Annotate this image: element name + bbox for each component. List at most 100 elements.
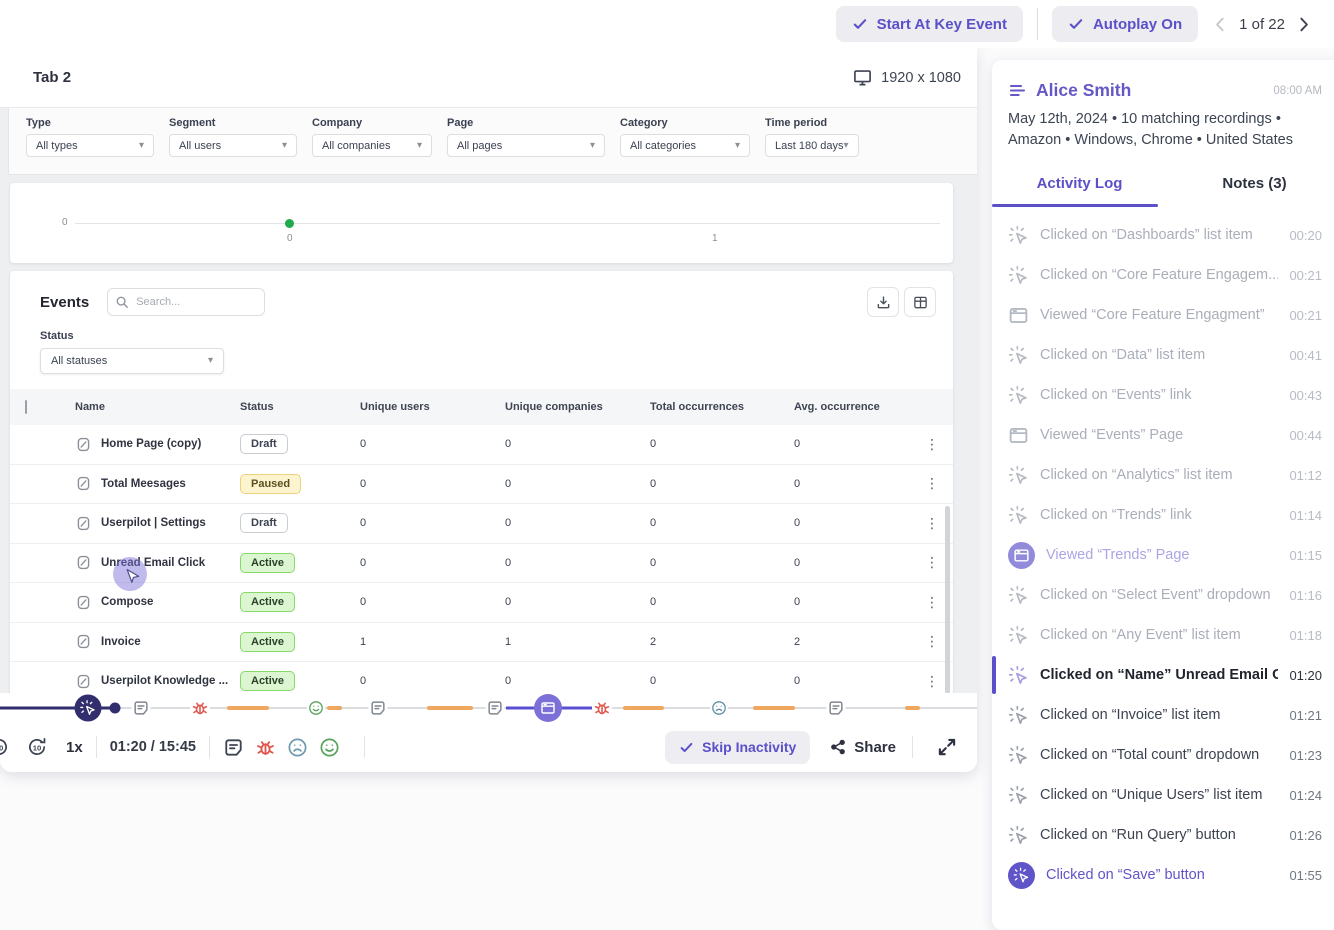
share-button[interactable]: Share: [830, 739, 896, 756]
cursor-click-icon: [1008, 225, 1029, 246]
note-icon[interactable]: [223, 737, 244, 758]
activity-text: Clicked on “Invoice” list item: [1040, 707, 1278, 723]
status-filter-dropdown[interactable]: All statuses ▾: [40, 348, 224, 374]
timeline-marker[interactable]: [190, 698, 210, 718]
event-name: Userpilot Knowledge ...: [101, 675, 228, 687]
start-at-key-event-button[interactable]: Start At Key Event: [836, 6, 1023, 42]
event-row[interactable]: Home Page (copy) Draft 0 0 0 0 ⋮: [10, 425, 953, 465]
kebab-icon[interactable]: ⋮: [911, 436, 953, 453]
filter-value: All pages: [457, 140, 502, 152]
playback-speed[interactable]: 1x: [66, 739, 83, 756]
download-button[interactable]: [867, 287, 899, 317]
avg-occurrence-value: 0: [794, 478, 911, 490]
frown-icon[interactable]: [287, 737, 308, 758]
timeline-marker[interactable]: [827, 698, 846, 717]
kebab-icon[interactable]: ⋮: [911, 475, 953, 492]
unique-companies-value: 0: [505, 517, 650, 529]
cursor-click-icon: [1008, 665, 1029, 686]
filter-dropdown[interactable]: All pages ▾: [447, 134, 605, 157]
activity-entry[interactable]: Clicked on “Trends” link 01:14: [992, 495, 1334, 535]
activity-entry[interactable]: Clicked on “Data” list item 00:41: [992, 335, 1334, 375]
unique-users-value: 0: [360, 596, 505, 608]
activity-entry[interactable]: Viewed “Events” Page 00:44: [992, 415, 1334, 455]
chevron-left-icon[interactable]: [1212, 16, 1229, 33]
event-tag-icon: [75, 475, 92, 492]
timeline-marker[interactable]: [592, 698, 612, 718]
event-row[interactable]: Unread Email Click Active 0 0 0 0 ⋮: [10, 544, 953, 584]
activity-time: 01:23: [1289, 748, 1322, 763]
playback-timeline[interactable]: [0, 693, 977, 722]
select-all-checkbox[interactable]: [25, 400, 27, 414]
event-row[interactable]: Invoice Active 1 1 2 2 ⋮: [10, 623, 953, 663]
column-header[interactable]: Name: [50, 401, 240, 413]
event-row[interactable]: Userpilot | Settings Draft 0 0 0 0 ⋮: [10, 504, 953, 544]
tab-activity-log[interactable]: Activity Log: [992, 167, 1167, 207]
column-header[interactable]: Total occurrences: [650, 401, 794, 413]
caret-down-icon: ▾: [282, 141, 287, 151]
timeline-segment: [327, 706, 342, 710]
activity-entry[interactable]: Clicked on “Core Feature Engagem... 00:2…: [992, 255, 1334, 295]
activity-entry[interactable]: Clicked on “Any Event” list item 01:18: [992, 615, 1334, 655]
activity-entry[interactable]: Viewed “Core Feature Engagment” 00:21: [992, 295, 1334, 335]
activity-entry[interactable]: Clicked on “Analytics” list item 01:12: [992, 455, 1334, 495]
timeline-marker[interactable]: [74, 694, 101, 721]
activity-text: Clicked on “Save” button: [1046, 867, 1278, 883]
activity-entry[interactable]: Clicked on “Name” Unread Email C... 01:2…: [992, 655, 1334, 695]
activity-time: 01:12: [1289, 468, 1322, 483]
menu-icon[interactable]: [1008, 81, 1027, 100]
avg-occurrence-value: 0: [794, 596, 911, 608]
tab-notes[interactable]: Notes (3): [1167, 167, 1334, 207]
event-name-cell: Userpilot Knowledge ...: [50, 673, 240, 690]
filter-dropdown[interactable]: All types ▾: [26, 134, 154, 157]
column-header[interactable]: Status: [240, 401, 360, 413]
event-row[interactable]: Userpilot Knowledge ... Active 0 0 0 0 ⋮: [10, 662, 953, 693]
status-badge: Active: [240, 592, 295, 612]
table-scrollbar[interactable]: [945, 506, 950, 693]
user-name[interactable]: Alice Smith: [1036, 80, 1264, 101]
smile-icon[interactable]: [319, 737, 340, 758]
activity-entry[interactable]: Clicked on “Save” button 01:55: [992, 855, 1334, 895]
timeline-marker[interactable]: [534, 694, 562, 722]
activity-entry[interactable]: Clicked on “Run Query” button 01:26: [992, 815, 1334, 855]
activity-time: 01:24: [1289, 788, 1322, 803]
activity-time: 01:20: [1289, 668, 1322, 683]
forward-10-icon[interactable]: 10: [26, 736, 48, 758]
event-row[interactable]: Compose Active 0 0 0 0 ⋮: [10, 583, 953, 623]
filter-dropdown[interactable]: All users ▾: [169, 134, 297, 157]
rewind-10-icon[interactable]: 10: [0, 736, 10, 758]
timeline-marker[interactable]: [110, 702, 121, 713]
activity-entry[interactable]: Clicked on “Total count” dropdown 01:23: [992, 735, 1334, 775]
filter-dropdown[interactable]: All companies ▾: [312, 134, 432, 157]
activity-time: 01:18: [1289, 628, 1322, 643]
timeline-marker[interactable]: [486, 698, 505, 717]
event-row[interactable]: Total Meesages Paused 0 0 0 0 ⋮: [10, 465, 953, 505]
table-view-button[interactable]: [904, 287, 936, 317]
timeline-marker[interactable]: [369, 698, 388, 717]
column-header[interactable]: Unique users: [360, 401, 505, 413]
column-header[interactable]: Avg. occurrence: [794, 401, 911, 413]
activity-entry[interactable]: Viewed “Trends” Page 01:15: [992, 535, 1334, 575]
events-search-input[interactable]: [107, 288, 265, 316]
activity-entry[interactable]: Clicked on “Invoice” list item 01:21: [992, 695, 1334, 735]
timeline-marker[interactable]: [710, 699, 728, 717]
activity-entry[interactable]: Clicked on “Dashboards” list item 00:20: [992, 215, 1334, 255]
filter-dropdown[interactable]: Last 180 days ▾: [765, 134, 859, 157]
activity-entry[interactable]: Clicked on “Select Event” dropdown 01:16: [992, 575, 1334, 615]
chart-data-point[interactable]: [285, 219, 294, 228]
timeline-marker[interactable]: [307, 699, 325, 717]
filter-dropdown[interactable]: All categories ▾: [620, 134, 750, 157]
skip-inactivity-button[interactable]: Skip Inactivity: [665, 731, 810, 764]
activity-time: 01:15: [1289, 548, 1322, 563]
activity-entry[interactable]: Clicked on “Unique Users” list item 01:2…: [992, 775, 1334, 815]
active-tab-underline: [992, 204, 1158, 207]
column-header[interactable]: Unique companies: [505, 401, 650, 413]
fullscreen-icon[interactable]: [937, 737, 957, 757]
cursor-click-icon: [1008, 265, 1029, 286]
autoplay-button[interactable]: Autoplay On: [1052, 6, 1198, 42]
bug-icon[interactable]: [255, 737, 276, 758]
chart-y-min-label: 0: [62, 217, 68, 228]
activity-entry[interactable]: Clicked on “Events” link 00:43: [992, 375, 1334, 415]
chevron-right-icon[interactable]: [1295, 16, 1312, 33]
timeline-marker[interactable]: [131, 698, 150, 717]
event-name-cell: Invoice: [50, 633, 240, 650]
